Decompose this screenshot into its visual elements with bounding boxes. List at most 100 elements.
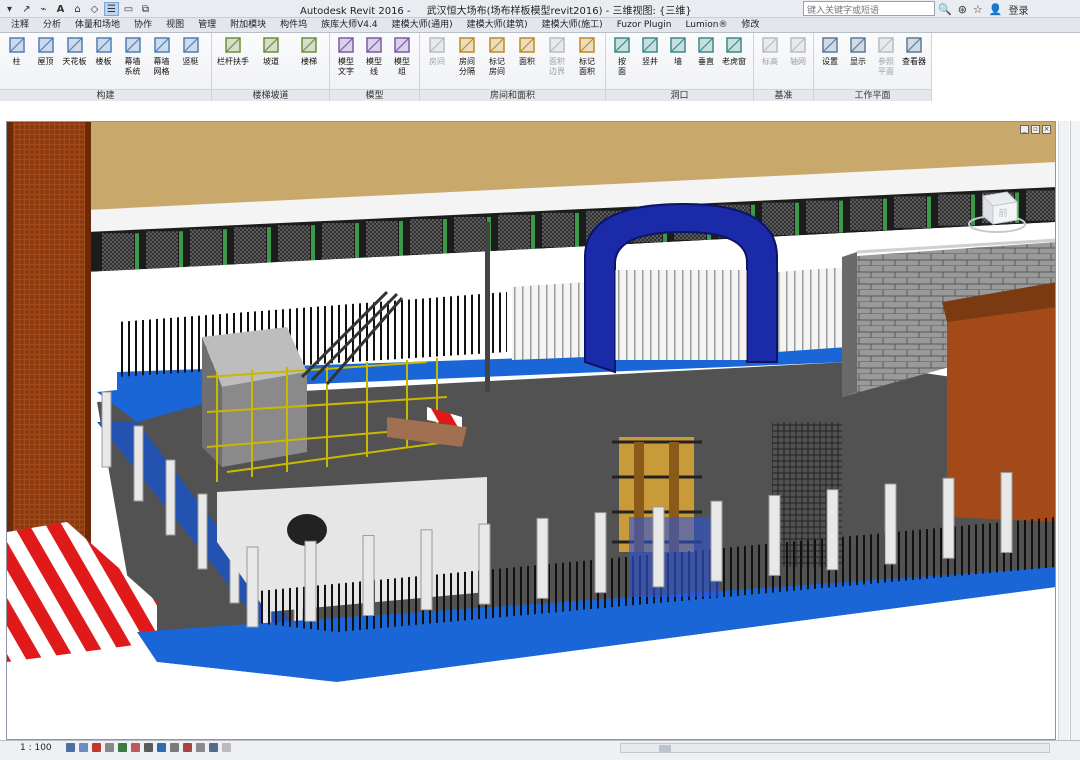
subscription-icon[interactable]: ⊛	[958, 3, 967, 16]
ribbon-panel-label[interactable]: 基准	[754, 89, 813, 101]
by-face-button[interactable]: 按 面	[608, 35, 636, 77]
ribbon-tabs: 注释 分析 体量和场地 协作 视图 管理 附加模块 构件坞 族库大师V4.4 建模大师(通用) 建模…	[0, 18, 1080, 33]
railing-icon	[225, 37, 241, 53]
sun-path-icon[interactable]	[92, 743, 101, 752]
button-label: 参照 平面	[878, 57, 894, 76]
show-workplane-button[interactable]: 显示	[844, 35, 872, 67]
tab-11[interactable]: 建模大师(施工)	[535, 18, 610, 32]
minimize-icon[interactable]: _	[1020, 125, 1029, 134]
tab-3[interactable]: 协作	[127, 18, 159, 32]
tab-10[interactable]: 建模大师(建筑)	[460, 18, 535, 32]
ribbon-panel-label[interactable]: 洞口	[606, 89, 753, 101]
close-icon[interactable]: ×	[1042, 125, 1051, 134]
ramp-button[interactable]: 坡道	[252, 35, 290, 67]
scroll-thumb[interactable]	[659, 745, 671, 752]
ribbon-panel-label[interactable]: 房间和面积	[420, 89, 605, 101]
shadows-icon[interactable]	[105, 743, 114, 752]
horizontal-scrollbar[interactable]	[620, 743, 1050, 753]
tab-1[interactable]: 分析	[36, 18, 68, 32]
room-button[interactable]: 房间	[422, 35, 452, 67]
ceiling-button[interactable]: 天花板	[60, 35, 89, 67]
dormer-button[interactable]: 老虎窗	[720, 35, 748, 67]
mullion-button[interactable]: 竖梃	[176, 35, 205, 67]
tab-4[interactable]: 视图	[159, 18, 191, 32]
tab-12[interactable]: Fuzor Plugin	[610, 18, 679, 32]
login-link[interactable]: 登录	[1009, 2, 1029, 17]
unlock-3d-icon[interactable]	[157, 743, 166, 752]
tag-room-button[interactable]: 标记 房间	[482, 35, 512, 77]
area-boundary-button[interactable]: 面积 边界	[542, 35, 572, 77]
text-icon[interactable]: A	[53, 2, 68, 16]
detail-level-icon[interactable]	[66, 743, 75, 752]
grid-button[interactable]: 轴网	[784, 35, 812, 67]
binoculars-icon[interactable]: 🔍	[938, 3, 952, 16]
roof-button[interactable]: 屋顶	[31, 35, 60, 67]
search-input[interactable]: 键入关键字或短语	[803, 1, 935, 16]
entrance-gate[interactable]	[584, 202, 778, 374]
tab-2[interactable]: 体量和场地	[68, 18, 127, 32]
area-button[interactable]: 面积	[512, 35, 542, 67]
ribbon-panel-label[interactable]: 工作平面	[814, 89, 931, 101]
favorites-icon[interactable]: ☆	[973, 3, 983, 16]
reveal-hidden-icon[interactable]	[183, 743, 192, 752]
measure-icon[interactable]: ↗	[19, 2, 34, 16]
restore-icon[interactable]: ▫	[1031, 125, 1040, 134]
switch-window-icon[interactable]: ⧉	[138, 2, 153, 16]
column-button[interactable]: 柱	[2, 35, 31, 67]
curtain-system-button[interactable]: 幕墙 系统	[118, 35, 147, 77]
model-line-button[interactable]: 模型 线	[360, 35, 388, 77]
highlight-displacement-icon[interactable]	[209, 743, 218, 752]
visual-style-icon[interactable]	[79, 743, 88, 752]
user-icon[interactable]: 👤	[989, 3, 1003, 16]
temp-hide-icon[interactable]	[170, 743, 179, 752]
crop-view-icon[interactable]	[131, 743, 140, 752]
tab-8[interactable]: 族库大师V4.4	[314, 18, 384, 32]
set-workplane-button[interactable]: 设置	[816, 35, 844, 67]
mesh-panel	[498, 214, 530, 250]
shaft-button[interactable]: 竖井	[636, 35, 664, 67]
align-dimension-icon[interactable]: ⌁	[36, 2, 51, 16]
button-label: 设置	[822, 57, 838, 66]
close-hidden-icon[interactable]: ▭	[121, 2, 136, 16]
vertical-scrollbar[interactable]	[1058, 121, 1069, 740]
room-separator-button[interactable]: 房间 分隔	[452, 35, 482, 77]
wall-opening-button[interactable]: 墙	[664, 35, 692, 67]
viewer-button[interactable]: 查看器	[900, 35, 928, 67]
ribbon-panel-5: 标高 轴网基准	[754, 33, 814, 101]
level-button[interactable]: 标高	[756, 35, 784, 67]
ribbon-panel-label[interactable]: 构建	[0, 89, 211, 101]
dropdown-icon[interactable]: ▾	[2, 2, 17, 16]
show-crop-icon[interactable]	[144, 743, 153, 752]
viewcube[interactable]: 前	[967, 184, 1027, 234]
tag-area-button[interactable]: 标记 面积	[572, 35, 602, 77]
3d-view-icon[interactable]: ⌂	[70, 2, 85, 16]
tab-9[interactable]: 建模大师(通用)	[385, 18, 460, 32]
ribbon-panel-label[interactable]: 楼梯坡道	[212, 89, 329, 101]
floor-button[interactable]: 楼板	[89, 35, 118, 67]
tab-7[interactable]: 构件坞	[273, 18, 314, 32]
tab-0[interactable]: 注释	[4, 18, 36, 32]
view-scale[interactable]: 1 : 100	[20, 743, 52, 753]
model-text-button[interactable]: 模型 文字	[332, 35, 360, 77]
tab-5[interactable]: 管理	[191, 18, 223, 32]
tab-13[interactable]: Lumion®	[678, 18, 734, 32]
3d-viewport[interactable]: _ ▫ × 前	[6, 121, 1056, 740]
ribbon-panel-4: 按 面 竖井 墙 垂直 老虎窗洞口	[606, 33, 754, 101]
scroll-left-icon[interactable]	[222, 743, 231, 752]
analytical-model-icon[interactable]	[196, 743, 205, 752]
render-icon[interactable]	[118, 743, 127, 752]
mesh-panel	[938, 194, 970, 226]
ribbon-panel-label[interactable]: 模型	[330, 89, 419, 101]
ref-plane-button[interactable]: 参照 平面	[872, 35, 900, 77]
model-group-button[interactable]: 模型 组	[388, 35, 416, 77]
vertical-button[interactable]: 垂直	[692, 35, 720, 67]
tab-6[interactable]: 附加模块	[223, 18, 273, 32]
section-icon[interactable]: ◇	[87, 2, 102, 16]
stair-button[interactable]: 楼梯	[290, 35, 328, 67]
tab-14[interactable]: 修改	[734, 18, 766, 32]
thin-lines-icon[interactable]: ☰	[104, 2, 119, 16]
site-model-scene[interactable]	[7, 122, 1056, 740]
properties-palette-edge[interactable]	[1070, 121, 1080, 740]
railing-button[interactable]: 栏杆扶手	[214, 35, 252, 67]
curtain-grid-button[interactable]: 幕墙 网格	[147, 35, 176, 77]
